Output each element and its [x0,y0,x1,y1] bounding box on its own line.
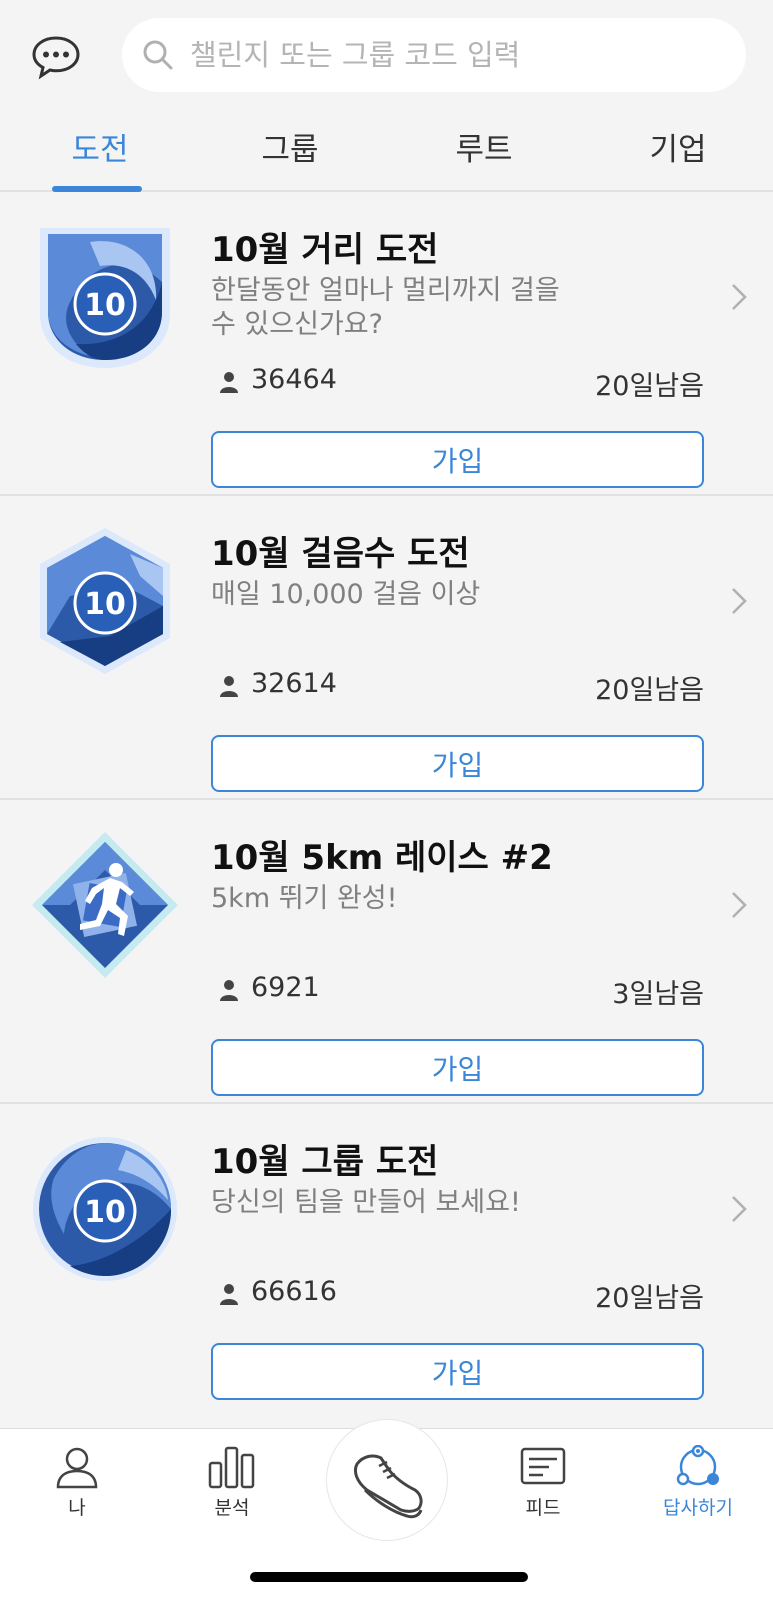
home-indicator [250,1572,528,1582]
svg-text:10: 10 [84,587,126,622]
search-icon [143,40,173,70]
nav-label: 피드 [525,1497,561,1519]
participant-count: 32614 [251,668,337,699]
person-icon [220,1284,238,1305]
bottom-nav: 나 분석 피드 답사하기 [0,1419,773,1600]
challenge-card[interactable]: 10 10월 그룹 도전 당신의 팀을 만들어 보세요! 66616 20일남음… [0,1104,773,1408]
days-remaining: 20일남음 [595,371,704,402]
explore-icon [676,1445,719,1486]
header [0,0,773,110]
tab-group[interactable]: 그룹 [190,124,390,169]
challenge-meta: 6921 3일남음 [211,972,704,1012]
nav-analysis[interactable]: 분석 [172,1445,292,1520]
challenge-card[interactable]: 10 10월 거리 도전 한달동안 얼마나 멀리까지 걸을 수 있으신가요? 3… [0,192,773,496]
chevron-right-icon[interactable] [727,888,751,922]
participant-count: 36464 [251,364,337,395]
tab-bar: 도전 그룹 루트 기업 [0,110,773,192]
svg-text:10: 10 [84,288,126,323]
nav-feed[interactable]: 피드 [483,1445,603,1520]
join-button[interactable]: 가입 [211,735,704,792]
chat-bubble-icon [32,36,80,80]
chevron-right-icon[interactable] [727,584,751,618]
challenge-title: 10월 5km 레이스 #2 [211,838,553,878]
challenge-card[interactable]: 10월 5km 레이스 #2 5km 뛰기 완성! 6921 3일남음 가입 [0,800,773,1104]
start-run-button[interactable] [326,1419,448,1541]
days-remaining: 20일남음 [595,1283,704,1314]
challenge-title: 10월 걸음수 도전 [211,534,470,574]
nav-label: 답사하기 [663,1497,733,1519]
runner-diamond-badge-icon [32,832,178,978]
chat-button[interactable] [30,34,82,80]
challenge-meta: 66616 20일남음 [211,1276,704,1316]
tab-challenge[interactable]: 도전 [0,124,200,169]
challenge-title: 10월 거리 도전 [211,230,439,270]
person-icon [220,676,238,697]
tab-route[interactable]: 루트 [384,124,584,169]
nav-label: 나 [68,1497,86,1519]
person-icon [220,980,238,1001]
challenge-meta: 32614 20일남음 [211,668,704,708]
challenge-description: 한달동안 얼마나 멀리까지 걸을 수 있으신가요? [211,275,560,340]
hexagon-badge-icon: 10 [40,528,170,674]
challenge-description: 매일 10,000 걸음 이상 [211,579,481,610]
search-input[interactable] [188,37,732,73]
circle-badge-icon: 10 [33,1137,177,1281]
days-remaining: 20일남음 [595,675,704,706]
days-remaining: 3일남음 [612,979,704,1010]
join-button[interactable]: 가입 [211,1039,704,1096]
join-button[interactable]: 가입 [211,431,704,488]
search-bar[interactable] [122,18,746,92]
chevron-right-icon[interactable] [727,1192,751,1226]
nav-explore[interactable]: 답사하기 [638,1445,758,1520]
challenge-meta: 36464 20일남음 [211,364,704,404]
bar-chart-icon [208,1446,255,1489]
join-button[interactable]: 가입 [211,1343,704,1400]
tab-company[interactable]: 기업 [578,124,773,169]
participant-count: 6921 [251,972,320,1003]
challenge-description: 5km 뛰기 완성! [211,883,398,914]
nav-label: 분석 [214,1497,250,1519]
shield-badge-icon: 10 [40,228,170,368]
nav-me[interactable]: 나 [17,1445,137,1520]
chevron-right-icon[interactable] [727,280,751,314]
svg-text:10: 10 [84,1195,126,1230]
challenge-description: 당신의 팀을 만들어 보세요! [211,1187,521,1218]
feed-icon [520,1447,566,1485]
participant-count: 66616 [251,1276,337,1307]
person-icon [56,1447,98,1489]
shoe-icon [353,1454,423,1519]
challenge-title: 10월 그룹 도전 [211,1142,439,1182]
person-icon [220,372,238,393]
challenge-card[interactable]: 10 10월 걸음수 도전 매일 10,000 걸음 이상 32614 20일남… [0,496,773,800]
